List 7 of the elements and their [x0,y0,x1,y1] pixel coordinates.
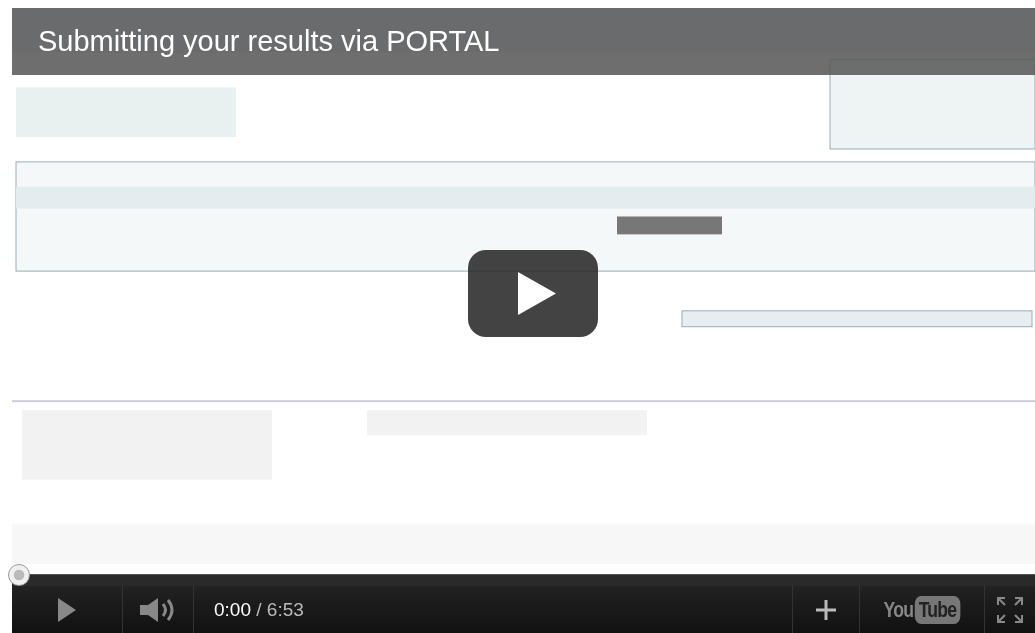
video-title: Submitting your results via PORTAL [37,25,500,58]
time-display: 0:00 / 6:53 [213,598,305,621]
fullscreen-icon [995,594,1025,625]
play-icon [56,595,78,624]
logo[interactable]: You Tube [872,595,972,624]
plus-icon [815,598,838,621]
play-icon[interactable] [468,250,598,337]
